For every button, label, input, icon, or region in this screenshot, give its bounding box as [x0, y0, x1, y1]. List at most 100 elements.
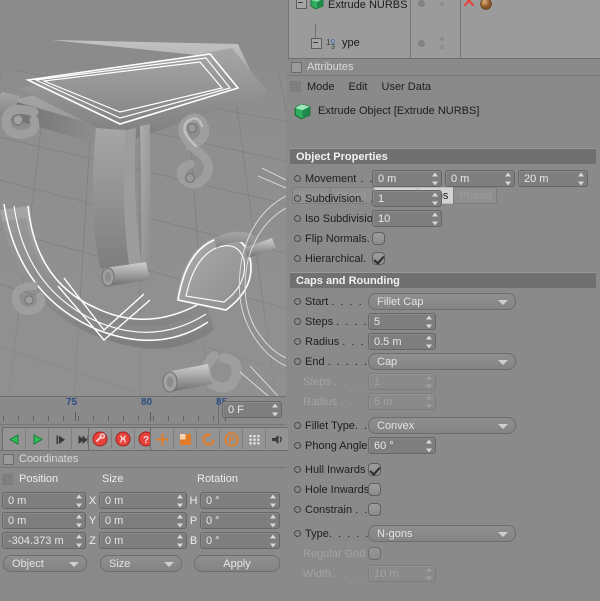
coordinate-mode-select[interactable]: Object	[3, 555, 87, 572]
object-manager[interactable]: Extrude NURBS 1 0 3 ype	[288, 0, 600, 58]
iso-subdivision-field[interactable]: 10	[372, 210, 442, 227]
property-bullet-icon[interactable]	[294, 175, 301, 182]
expand-toggle-icon[interactable]	[296, 0, 307, 9]
scale-key-button[interactable]	[174, 429, 197, 449]
type-select[interactable]: N-gons	[368, 525, 516, 542]
phong-angle-field[interactable]: 60 °	[368, 437, 436, 454]
property-bullet-icon[interactable]	[294, 486, 301, 493]
flip-normals-checkbox[interactable]	[372, 232, 385, 245]
property-bullet-icon[interactable]	[294, 442, 301, 449]
object-row-extrude-nurbs[interactable]: Extrude NURBS	[288, 0, 600, 16]
property-bullet-icon[interactable]	[294, 530, 301, 537]
red-x-icon[interactable]	[462, 0, 476, 8]
attributes-panel-checkbox[interactable]	[291, 61, 302, 73]
coordinates-panel-checkbox[interactable]	[3, 453, 14, 465]
rotation-b-field[interactable]: 0 °	[200, 532, 280, 549]
position-z-field[interactable]: -304.373 m	[2, 532, 86, 549]
rotation-p-spinner[interactable]	[269, 514, 276, 527]
drag-grip-icon[interactable]	[2, 473, 13, 485]
start-radius-spinner[interactable]	[425, 335, 432, 348]
position-y-field[interactable]: 0 m	[2, 512, 86, 529]
start-steps-field[interactable]: 5	[368, 313, 436, 330]
constrain-checkbox[interactable]	[368, 503, 381, 516]
sound-button[interactable]	[266, 429, 289, 449]
record-active-objects-button[interactable]	[89, 429, 112, 449]
start-radius-field[interactable]: 0.5 m	[368, 333, 436, 350]
phong-angle-spinner[interactable]	[425, 439, 432, 452]
property-bullet-icon[interactable]	[294, 255, 301, 262]
position-x-field[interactable]: 0 m	[2, 492, 86, 509]
drag-grip-icon[interactable]	[290, 81, 301, 92]
size-z-field[interactable]: 0 m	[99, 532, 187, 549]
start-cap-select[interactable]: Fillet Cap	[368, 293, 516, 310]
subdivision-spinner[interactable]	[431, 192, 438, 205]
size-x-field[interactable]: 0 m	[99, 492, 187, 509]
fillet-type-select[interactable]: Convex	[368, 417, 516, 434]
position-x-spinner[interactable]	[75, 494, 82, 507]
apply-button[interactable]: Apply	[194, 555, 280, 572]
material-tag-icon[interactable]	[478, 0, 494, 12]
visibility-dot-render-bottom[interactable]	[440, 45, 444, 49]
attributes-menubar[interactable]: Mode Edit User Data	[288, 77, 600, 96]
autokeying-button[interactable]	[112, 429, 135, 449]
perspective-viewport[interactable]	[0, 0, 286, 396]
rotation-key-button[interactable]	[197, 429, 220, 449]
timeline-bar[interactable]: 75808590 0 F	[0, 396, 302, 425]
property-bullet-icon[interactable]	[294, 298, 301, 305]
position-z-spinner[interactable]	[75, 534, 82, 547]
hole-inwards-checkbox[interactable]	[368, 483, 381, 496]
property-bullet-icon[interactable]	[294, 358, 301, 365]
property-bullet-icon[interactable]	[294, 338, 301, 345]
property-bullet-icon[interactable]	[294, 506, 301, 513]
movement-x-field[interactable]: 0 m	[372, 170, 442, 187]
current-frame-field[interactable]: 0 F	[222, 401, 282, 418]
size-z-spinner[interactable]	[176, 534, 183, 547]
movement-z-field[interactable]: 20 m	[518, 170, 588, 187]
property-bullet-icon[interactable]	[294, 235, 301, 242]
property-bullet-icon[interactable]	[294, 215, 301, 222]
visibility-dot-editor[interactable]	[418, 40, 425, 47]
rotation-h-spinner[interactable]	[269, 494, 276, 507]
size-y-spinner[interactable]	[176, 514, 183, 527]
coordinate-size-select[interactable]: Size	[100, 555, 182, 572]
hierarchical-checkbox[interactable]	[372, 252, 385, 265]
timeline-ruler[interactable]: 75808590	[0, 397, 302, 425]
movement-z-spinner[interactable]	[577, 172, 584, 185]
play-forwards-button[interactable]	[26, 429, 49, 449]
property-bullet-icon[interactable]	[294, 318, 301, 325]
playback-controls-group[interactable]	[2, 427, 95, 451]
rotation-p-field[interactable]: 0 °	[200, 512, 280, 529]
object-row-type[interactable]: 1 0 3 ype	[288, 24, 600, 54]
menu-mode[interactable]: Mode	[307, 81, 335, 93]
animation-toolbar[interactable]: ? P	[0, 424, 312, 451]
size-x-spinner[interactable]	[176, 494, 183, 507]
end-cap-select[interactable]: Cap	[368, 353, 516, 370]
property-bullet-icon[interactable]	[294, 195, 301, 202]
iso-subdivision-spinner[interactable]	[431, 212, 438, 225]
menu-edit[interactable]: Edit	[349, 81, 368, 93]
property-bullet-icon[interactable]	[294, 422, 301, 429]
start-steps-spinner[interactable]	[425, 315, 432, 328]
movement-x-spinner[interactable]	[431, 172, 438, 185]
parameter-key-button[interactable]: P	[220, 429, 243, 449]
menu-user-data[interactable]: User Data	[382, 81, 432, 93]
expand-toggle-icon[interactable]	[311, 38, 322, 49]
record-controls-group[interactable]: ?	[88, 427, 158, 451]
visibility-dot-editor[interactable]	[418, 0, 425, 7]
rotation-h-field[interactable]: 0 °	[200, 492, 280, 509]
step-forward-button[interactable]	[49, 429, 72, 449]
tab-phong[interactable]: Phong	[453, 187, 498, 204]
visibility-dot-render[interactable]	[440, 2, 444, 6]
size-y-field[interactable]: 0 m	[99, 512, 187, 529]
play-backwards-button[interactable]	[3, 429, 26, 449]
rotation-b-spinner[interactable]	[269, 534, 276, 547]
point-level-animation-button[interactable]	[243, 429, 266, 449]
property-bullet-icon[interactable]	[294, 466, 301, 473]
hull-inwards-checkbox[interactable]	[368, 463, 381, 476]
frame-spinner[interactable]	[271, 403, 278, 416]
visibility-dot-render-top[interactable]	[440, 37, 444, 41]
position-key-button[interactable]	[151, 429, 174, 449]
movement-y-field[interactable]: 0 m	[445, 170, 515, 187]
movement-y-spinner[interactable]	[504, 172, 511, 185]
position-y-spinner[interactable]	[75, 514, 82, 527]
